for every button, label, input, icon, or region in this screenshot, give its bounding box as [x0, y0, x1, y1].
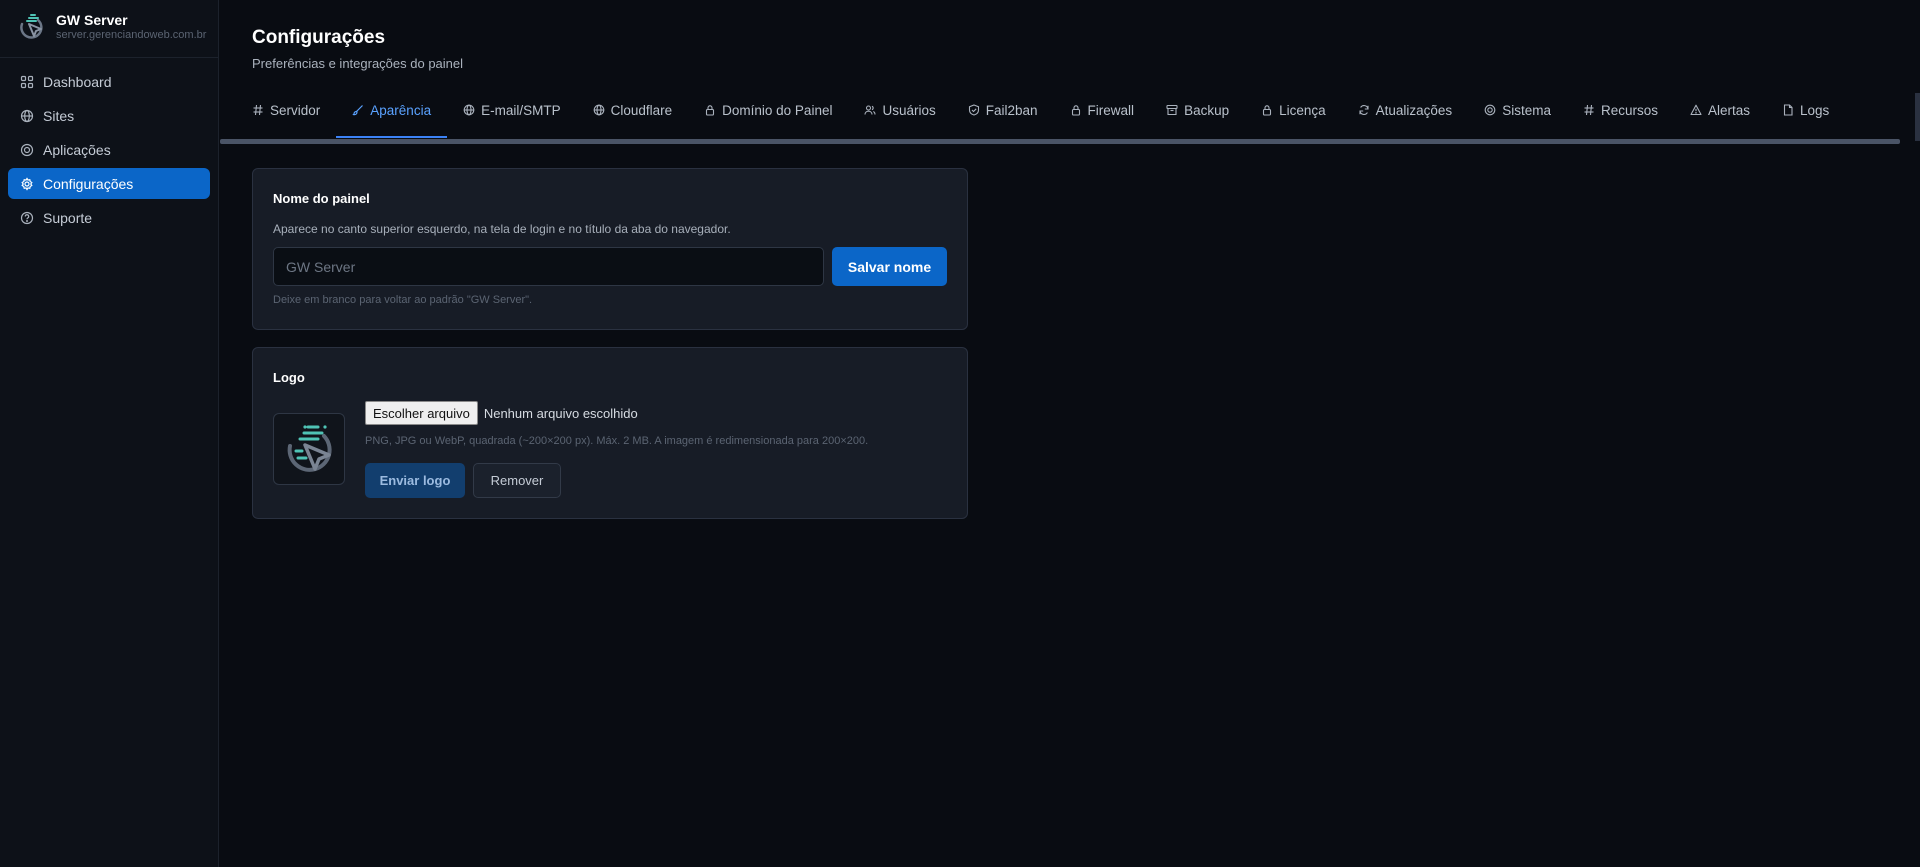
sidebar-item-configuracoes[interactable]: Configurações [8, 168, 210, 199]
tab-logs[interactable]: Logs [1766, 92, 1845, 138]
brand[interactable]: GW Server server.gerenciandoweb.com.br [0, 0, 218, 44]
file-picker: Escolher arquivo Nenhum arquivo escolhid… [365, 401, 638, 425]
save-name-button[interactable]: Salvar nome [832, 247, 947, 286]
panel-name-hint: Deixe em branco para voltar ao padrão "G… [273, 294, 533, 306]
archive-icon [1166, 104, 1178, 116]
tab-label: Recursos [1600, 102, 1658, 118]
tab-label: Firewall [1087, 102, 1135, 118]
tab-aparencia[interactable]: Aparência [336, 92, 448, 138]
tab-label: Atualizações [1375, 102, 1453, 118]
tab-fail2ban[interactable]: Fail2ban [952, 92, 1054, 138]
tab-label: Aparência [370, 102, 432, 118]
upload-logo-button[interactable]: Enviar logo [365, 463, 465, 498]
page-subtitle: Preferências e integrações do painel [252, 56, 464, 71]
remove-logo-button[interactable]: Remover [473, 463, 561, 498]
tab-label: E-mail/SMTP [481, 102, 561, 118]
main-content: Configurações Preferências e integrações… [220, 0, 1920, 867]
tab-label: Fail2ban [985, 102, 1038, 118]
file-status: Nenhum arquivo escolhido [483, 405, 638, 421]
panel-name-card: Nome do painel Aparece no canto superior… [252, 168, 968, 330]
page-title: Configurações [252, 27, 386, 48]
logo-preview [273, 413, 345, 485]
logo-preview-icon [287, 425, 332, 472]
brand-logo-icon [20, 14, 43, 39]
sidebar-item-label: Configurações [43, 175, 134, 192]
sidebar-item-label: Aplicações [43, 141, 111, 158]
tab-label: Cloudflare [610, 102, 673, 118]
logo-hint: PNG, JPG ou WebP, quadrada (~200×200 px)… [365, 435, 869, 447]
tab-atualizacoes[interactable]: Atualizações [1342, 92, 1469, 138]
refresh-icon [1358, 104, 1370, 116]
tab-backup[interactable]: Backup [1150, 92, 1245, 138]
card-description: Aparece no canto superior esquerdo, na t… [273, 222, 731, 236]
file-icon [1782, 104, 1794, 116]
sidebar-nav: Dashboard Sites Aplicações Configurações… [0, 58, 218, 233]
tab-cloudflare[interactable]: Cloudflare [577, 92, 689, 138]
sidebar-item-label: Sites [43, 107, 75, 124]
tab-label: Servidor [270, 102, 321, 118]
warning-icon [1690, 104, 1702, 116]
sidebar: GW Server server.gerenciandoweb.com.br D… [0, 0, 219, 867]
tab-label: Backup [1184, 102, 1230, 118]
brand-host: server.gerenciandoweb.com.br [56, 29, 207, 41]
tab-label: Usuários [882, 102, 936, 118]
card-title: Logo [273, 370, 305, 385]
card-title: Nome do painel [273, 191, 370, 206]
settings-tabs: Servidor Aparência E-mail/SMTP Cloudflar… [220, 92, 1920, 140]
gear-icon [20, 176, 34, 191]
globe-icon [20, 109, 34, 123]
sidebar-item-sites[interactable]: Sites [8, 100, 210, 131]
tab-label: Sistema [1502, 102, 1551, 118]
lock-icon [1261, 104, 1273, 116]
cube-icon [20, 143, 34, 157]
cube-icon [1484, 104, 1496, 116]
lock-icon [704, 104, 716, 116]
tabs-scroll-edge [1915, 93, 1920, 141]
tab-servidor[interactable]: Servidor [236, 92, 336, 138]
globe-icon [593, 104, 605, 116]
sidebar-item-dashboard[interactable]: Dashboard [8, 66, 210, 97]
tab-licenca[interactable]: Licença [1245, 92, 1342, 138]
hash-icon [1583, 104, 1595, 116]
tab-usuarios[interactable]: Usuários [848, 92, 951, 138]
grid-icon [20, 75, 34, 89]
tab-dominio-do-painel[interactable]: Domínio do Painel [688, 92, 848, 138]
brush-icon [352, 104, 364, 116]
tabs-scrollbar[interactable] [220, 139, 1900, 144]
tab-sistema[interactable]: Sistema [1468, 92, 1567, 138]
tab-email-smtp[interactable]: E-mail/SMTP [447, 92, 577, 138]
tab-label: Alertas [1708, 102, 1751, 118]
tab-label: Domínio do Painel [722, 102, 833, 118]
brand-name: GW Server [56, 12, 128, 28]
tab-firewall[interactable]: Firewall [1054, 92, 1151, 138]
sidebar-item-suporte[interactable]: Suporte [8, 202, 210, 233]
sidebar-item-label: Dashboard [43, 73, 112, 90]
logo-card: Logo Escolher arquivo Nenhum arquivo esc… [252, 347, 968, 519]
tab-recursos[interactable]: Recursos [1567, 92, 1674, 138]
sidebar-item-aplicacoes[interactable]: Aplicações [8, 134, 210, 165]
tab-label: Logs [1800, 102, 1830, 118]
users-icon [864, 104, 877, 116]
sidebar-item-label: Suporte [43, 209, 93, 226]
globe-icon [463, 104, 475, 116]
hash-icon [252, 104, 264, 116]
help-circle-icon [20, 211, 34, 225]
tab-alertas[interactable]: Alertas [1674, 92, 1766, 138]
panel-name-input[interactable] [273, 247, 824, 286]
choose-file-button[interactable]: Escolher arquivo [365, 401, 478, 425]
tab-label: Licença [1279, 102, 1326, 118]
lock-icon [1070, 104, 1082, 116]
shield-icon [968, 104, 980, 116]
